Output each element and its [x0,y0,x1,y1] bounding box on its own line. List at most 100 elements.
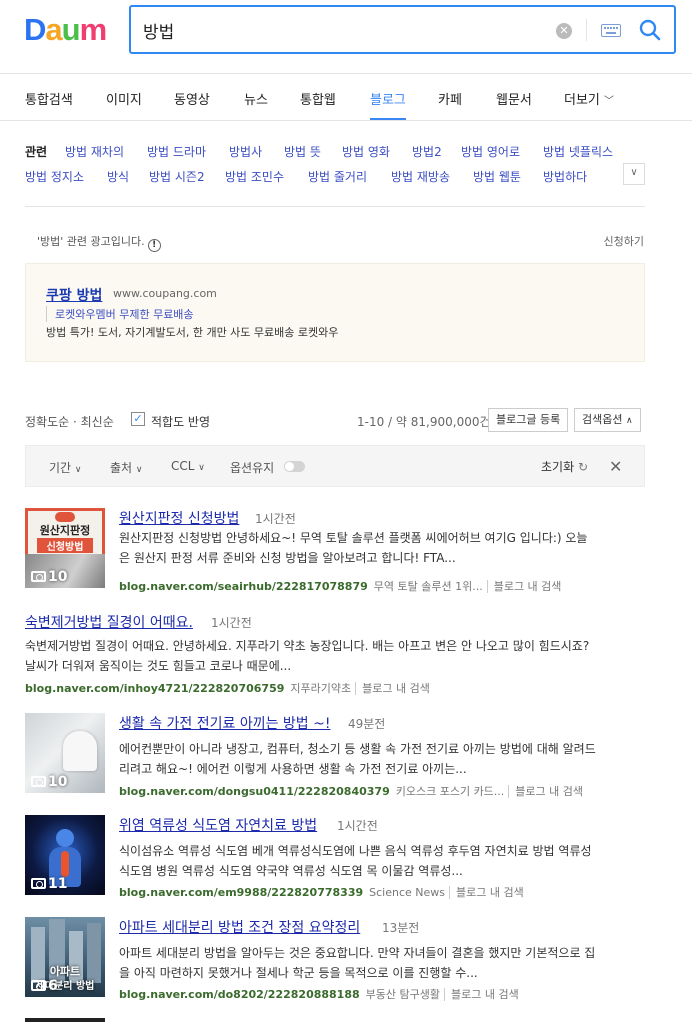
result-description: 원산지판정 신청방법 안녕하세요~! 무역 토탈 솔루션 플랫폼 씨에어허브 여… [119,528,643,568]
chevron-down-icon: ∨ [198,463,205,473]
tab-blog[interactable]: 블로그 [370,89,406,120]
ad-apply-link[interactable]: 신청하기 [604,233,644,249]
result-meta: blog.naver.com/inhoy4721/222820706759 지푸라… [25,680,430,696]
close-icon[interactable]: ✕ [609,457,622,476]
description-line: 날씨가 더워져 움직이는 것도 힘들고 코로나 때문에... [25,659,292,673]
search-options-label: 검색옵션 [582,413,623,426]
related-expand-button[interactable]: ∨ [623,163,645,185]
ad-title-link[interactable]: 쿠팡 방법 [46,285,102,305]
ad-sub-link[interactable]: 로켓와우멤버 무제한 무료배송 [46,306,194,322]
related-item[interactable]: 방법 시즌2 [149,168,205,185]
ad-note-text: '방법' 관련 광고입니다. [37,235,145,248]
keyboard-icon[interactable] [601,24,621,37]
result-item: 숙변제거방법 질경이 어때요. 1시간전 숙변제거방법 질경이 어때요. 안녕하… [25,612,645,696]
tab-cafe[interactable]: 카페 [438,89,462,108]
result-meta: blog.naver.com/do8202/222820888188 부동산 탐구… [119,986,519,1002]
result-title-link[interactable]: 위염 역류성 식도염 자연치료 방법 [119,815,317,835]
search-icon[interactable] [639,19,661,41]
chevron-down-icon: ﹀ [604,96,615,107]
description-line: 을 아직 마련하지 못했거나 절세나 학군 등을 목적으로 이를 진행할 수..… [119,966,478,980]
result-thumbnail[interactable]: 11 [25,815,105,895]
daum-logo[interactable]: Daum [24,14,107,46]
tab-web[interactable]: 통합웹 [300,89,336,108]
relevance-checkbox[interactable]: ✓ [131,412,145,426]
reset-label: 초기화 [541,460,575,474]
related-item[interactable]: 방법하다 [543,168,587,185]
related-item[interactable]: 방법 재차의 [65,143,124,160]
result-thumbnail[interactable]: 원산지판정 신청방법 10 [25,508,105,588]
related-item[interactable]: 방식 [107,168,129,185]
search-input[interactable] [143,17,543,43]
tab-video[interactable]: 동영상 [174,89,210,108]
result-title-link[interactable]: 아파트 세대분리 방법 조건 장점 요약정리 [119,917,360,937]
thumbnail-highlight [61,851,69,877]
thumbnail-caption-1: 원산지판정 [39,524,91,537]
tab-news[interactable]: 뉴스 [244,89,268,108]
search-options-button[interactable]: 검색옵션 ∧ [574,408,641,432]
tab-images[interactable]: 이미지 [106,89,142,108]
related-item[interactable]: 방법 웹툰 [473,168,521,185]
result-url[interactable]: blog.naver.com/dongsu0411/222820840379 [119,785,390,798]
filter-ccl[interactable]: CCL ∨ [171,459,205,473]
blog-name-link[interactable]: 부동산 탐구생활 [366,988,440,1001]
tab-bar: 통합검색 이미지 동영상 뉴스 통합웹 블로그 카페 웹문서 더보기 ﹀ [0,74,692,121]
tab-more[interactable]: 더보기 ﹀ [564,89,614,108]
description-line: 리려고 해요~! 에어컨 이렇게 사용하면 생활 속 가전 전기료 아끼는... [119,762,467,776]
ad-url: www.coupang.com [113,287,217,300]
search-in-blog-link[interactable]: 블로그 내 검색 [449,886,524,899]
result-title-link[interactable]: 생활 속 가전 전기료 아끼는 방법 ~! [119,713,330,733]
description-line: 아파트 세대분리 방법을 알아두는 것은 중요합니다. 만약 자녀들이 결혼을 … [119,946,596,960]
tab-webdocs[interactable]: 웹문서 [496,89,532,108]
search-in-blog-link[interactable]: 블로그 내 검색 [444,988,519,1001]
keep-option-toggle[interactable] [284,461,305,472]
tab-integrated[interactable]: 통합검색 [25,89,73,108]
clear-icon[interactable]: ✕ [556,23,572,39]
related-item[interactable]: 방법 영어로 [461,143,520,160]
result-title-link[interactable]: 숙변제거방법 질경이 어때요. [25,612,193,632]
related-item[interactable]: 방법사 [229,143,262,160]
result-title-link[interactable]: 원산지판정 신청방법 [119,508,239,528]
search-in-blog-link[interactable]: 블로그 내 검색 [508,785,584,798]
result-thumbnail[interactable]: 아파트 세대분리 방법 6 [25,917,105,997]
related-item[interactable]: 방법 조민수 [225,168,284,185]
related-item[interactable]: 방법 영화 [342,143,390,160]
register-blog-button[interactable]: 블로그글 등록 [488,408,569,432]
blog-name-link[interactable]: 지푸라기약초 [290,682,351,695]
filter-period[interactable]: 기간 ∨ [49,459,82,476]
chevron-down-icon: ∨ [74,465,82,475]
related-item[interactable]: 방법 줄거리 [308,168,367,185]
relevance-label[interactable]: 적합도 반영 [151,413,210,430]
related-item[interactable]: 방법 재방송 [391,168,450,185]
related-item[interactable]: 방법 뜻 [284,143,321,160]
related-item[interactable]: 방법 넷플릭스 [543,143,613,160]
related-item[interactable]: 방법 드라마 [147,143,206,160]
description-line: 에어컨뿐만이 아니라 냉장고, 컴퓨터, 청소기 등 생활 속 가전 전기료 아… [119,742,596,756]
result-thumbnail[interactable]: 10 [25,713,105,793]
filter-ccl-label: CCL [171,459,195,473]
keep-option-label: 옵션유지 [230,461,275,475]
reset-button[interactable]: 초기화 ↻ [541,458,588,475]
sort-accuracy[interactable]: 정확도순 [25,415,69,429]
blog-name-link[interactable]: Science News [369,886,445,899]
blog-name-link[interactable]: 무역 토탈 솔루션 1위... [374,580,483,593]
result-thumbnail[interactable] [25,1018,105,1022]
result-time: 49분전 [348,717,386,731]
result-url[interactable]: blog.naver.com/em9988/222820778339 [119,886,363,899]
result-item: 아파트 세대분리 방법 6 아파트 세대분리 방법 조건 장점 요약정리 13분… [25,917,645,1005]
result-description: 숙변제거방법 질경이 어때요. 안녕하세요. 지푸라기 약초 농장입니다. 배는… [25,636,645,676]
result-url[interactable]: blog.naver.com/inhoy4721/222820706759 [25,682,284,695]
result-url[interactable]: blog.naver.com/do8202/222820888188 [119,988,360,1001]
related-item[interactable]: 방법 정지소 [25,168,84,185]
camera-icon [31,980,46,991]
result-url[interactable]: blog.naver.com/seairhub/222817078879 [119,580,368,593]
search-divider [586,19,587,41]
sort-latest[interactable]: 최신순 [81,415,114,429]
info-icon[interactable]: ! [147,239,161,252]
filter-source[interactable]: 출처 ∨ [110,459,143,476]
search-in-blog-link[interactable]: 블로그 내 검색 [486,580,562,593]
thumbnail-figure-head [56,829,74,847]
search-in-blog-link[interactable]: 블로그 내 검색 [355,682,430,695]
related-item[interactable]: 방법2 [412,143,442,160]
blog-name-link[interactable]: 키오스크 포스기 카드... [396,785,505,798]
ad-box: 쿠팡 방법 www.coupang.com 로켓와우멤버 무제한 무료배송 방법… [25,263,645,362]
